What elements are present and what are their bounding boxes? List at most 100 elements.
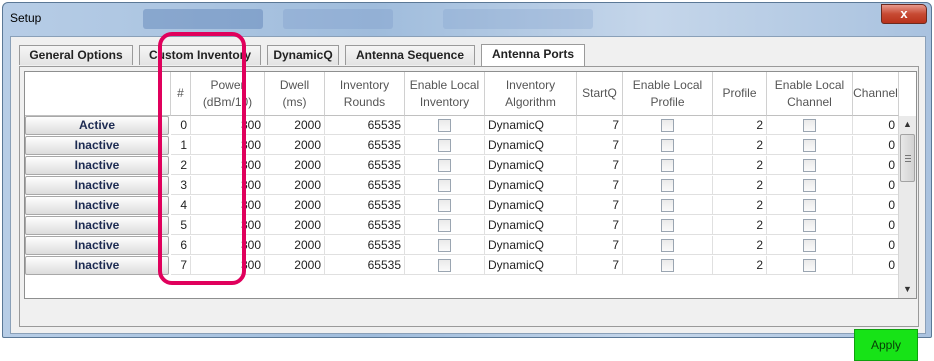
port-status-button[interactable]: Inactive (25, 236, 169, 255)
enable-local-inventory-checkbox[interactable] (438, 159, 451, 172)
enable-local-channel-checkbox[interactable] (803, 219, 816, 232)
enable-local-channel-checkbox[interactable] (803, 119, 816, 132)
cell-inventory-rounds[interactable]: 65535 (325, 176, 405, 195)
cell-inventory-rounds[interactable]: 65535 (325, 136, 405, 155)
scroll-up-icon[interactable]: ▲ (899, 116, 916, 133)
port-status-button[interactable]: Inactive (25, 176, 169, 195)
title-bar[interactable]: Setup x (3, 3, 931, 33)
cell-channel[interactable]: 0 (853, 116, 899, 135)
cell-inventory-algorithm[interactable]: DynamicQ (485, 256, 577, 275)
enable-local-channel-checkbox[interactable] (803, 199, 816, 212)
scroll-down-icon[interactable]: ▼ (899, 281, 916, 298)
port-status-button[interactable]: Inactive (25, 156, 169, 175)
blurred-taskbar-region (143, 9, 263, 29)
enable-local-inventory-checkbox[interactable] (438, 119, 451, 132)
enable-local-profile-checkbox[interactable] (661, 259, 674, 272)
cell-inventory-algorithm[interactable]: DynamicQ (485, 216, 577, 235)
cell-startq[interactable]: 7 (577, 196, 623, 215)
tab-antenna-sequence[interactable]: Antenna Sequence (345, 45, 475, 65)
cell-dwell[interactable]: 2000 (265, 236, 325, 255)
cell-profile[interactable]: 2 (713, 176, 767, 195)
enable-local-inventory-checkbox[interactable] (438, 199, 451, 212)
cell-channel[interactable]: 0 (853, 156, 899, 175)
enable-local-channel-checkbox[interactable] (803, 179, 816, 192)
cell-profile[interactable]: 2 (713, 156, 767, 175)
enable-local-profile-checkbox[interactable] (661, 199, 674, 212)
cell-inventory-algorithm[interactable]: DynamicQ (485, 116, 577, 135)
cell-dwell[interactable]: 2000 (265, 176, 325, 195)
cell-inventory-algorithm[interactable]: DynamicQ (485, 156, 577, 175)
enable-local-channel-checkbox[interactable] (803, 239, 816, 252)
enable-local-inventory-checkbox[interactable] (438, 259, 451, 272)
cell-dwell[interactable]: 2000 (265, 216, 325, 235)
port-status-button[interactable]: Inactive (25, 136, 169, 155)
cell-inventory-algorithm[interactable]: DynamicQ (485, 236, 577, 255)
cell-profile[interactable]: 2 (713, 236, 767, 255)
cell-startq[interactable]: 7 (577, 116, 623, 135)
close-button[interactable]: x (881, 4, 927, 24)
cell-channel[interactable]: 0 (853, 256, 899, 275)
enable-local-channel-checkbox[interactable] (803, 159, 816, 172)
cell-profile[interactable]: 2 (713, 196, 767, 215)
cell-startq[interactable]: 7 (577, 256, 623, 275)
cell-inventory-algorithm[interactable]: DynamicQ (485, 136, 577, 155)
port-status-button[interactable]: Inactive (25, 256, 169, 275)
cell-channel[interactable]: 0 (853, 176, 899, 195)
enable-local-profile-checkbox[interactable] (661, 119, 674, 132)
enable-local-profile-checkbox[interactable] (661, 179, 674, 192)
cell-channel[interactable]: 0 (853, 196, 899, 215)
tab-general-options[interactable]: General Options (19, 45, 133, 65)
tab-dynamicq[interactable]: DynamicQ (267, 45, 339, 65)
cell-dwell[interactable]: 2000 (265, 156, 325, 175)
enable-local-profile-checkbox[interactable] (661, 159, 674, 172)
cell-dwell[interactable]: 2000 (265, 256, 325, 275)
port-status-button[interactable]: Inactive (25, 216, 169, 235)
cell-inventory-algorithm[interactable]: DynamicQ (485, 176, 577, 195)
column-header-enable-local-profile: Enable Local Profile (623, 72, 713, 116)
enable-local-profile-checkbox[interactable] (661, 139, 674, 152)
enable-local-profile-checkbox[interactable] (661, 239, 674, 252)
enable-local-inventory-cell (405, 156, 485, 175)
cell-profile[interactable]: 2 (713, 136, 767, 155)
cell-profile[interactable]: 2 (713, 256, 767, 275)
enable-local-profile-cell (623, 176, 713, 195)
cell-profile[interactable]: 2 (713, 116, 767, 135)
cell-inventory-rounds[interactable]: 65535 (325, 156, 405, 175)
cell-startq[interactable]: 7 (577, 156, 623, 175)
enable-local-inventory-checkbox[interactable] (438, 239, 451, 252)
cell-startq[interactable]: 7 (577, 236, 623, 255)
cell-inventory-rounds[interactable]: 65535 (325, 216, 405, 235)
cell-startq[interactable]: 7 (577, 216, 623, 235)
cell-inventory-rounds[interactable]: 65535 (325, 256, 405, 275)
column-header-enable-local-inventory: Enable Local Inventory (405, 72, 485, 116)
cell-channel[interactable]: 0 (853, 236, 899, 255)
cell-inventory-rounds[interactable]: 65535 (325, 196, 405, 215)
enable-local-inventory-checkbox[interactable] (438, 219, 451, 232)
enable-local-channel-cell (767, 196, 853, 215)
cell-channel[interactable]: 0 (853, 216, 899, 235)
enable-local-inventory-checkbox[interactable] (438, 179, 451, 192)
cell-dwell[interactable]: 2000 (265, 116, 325, 135)
scroll-thumb[interactable] (900, 134, 915, 182)
enable-local-inventory-checkbox[interactable] (438, 139, 451, 152)
cell-startq[interactable]: 7 (577, 136, 623, 155)
enable-local-inventory-cell (405, 176, 485, 195)
tab-antenna-ports[interactable]: Antenna Ports (481, 44, 585, 66)
cell-inventory-rounds[interactable]: 65535 (325, 236, 405, 255)
enable-local-profile-cell (623, 256, 713, 275)
cell-startq[interactable]: 7 (577, 176, 623, 195)
enable-local-channel-cell (767, 116, 853, 135)
port-status-button[interactable]: Inactive (25, 196, 169, 215)
enable-local-channel-checkbox[interactable] (803, 259, 816, 272)
enable-local-profile-checkbox[interactable] (661, 219, 674, 232)
port-status-button[interactable]: Active (25, 116, 169, 135)
cell-dwell[interactable]: 2000 (265, 136, 325, 155)
cell-profile[interactable]: 2 (713, 216, 767, 235)
cell-channel[interactable]: 0 (853, 136, 899, 155)
cell-inventory-rounds[interactable]: 65535 (325, 116, 405, 135)
apply-button[interactable]: Apply (854, 329, 918, 361)
cell-dwell[interactable]: 2000 (265, 196, 325, 215)
vertical-scrollbar[interactable]: ▲ ▼ (898, 116, 916, 298)
cell-inventory-algorithm[interactable]: DynamicQ (485, 196, 577, 215)
enable-local-channel-checkbox[interactable] (803, 139, 816, 152)
